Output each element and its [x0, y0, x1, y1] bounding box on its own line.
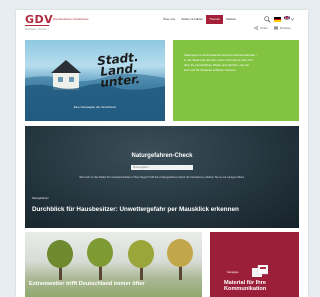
- campaign-caption: Eine Kampagne der Versicherer: [73, 105, 117, 109]
- extremwetter-headline: Extremwetter trifft Deutschland immer öf…: [29, 281, 145, 287]
- nav-item-ueber-uns[interactable]: Über uns: [160, 15, 178, 24]
- check-kicker: Naturgefahren: [32, 197, 49, 200]
- nav-item-medien[interactable]: Medien: [223, 15, 239, 24]
- campaign-teaser-image[interactable]: Stadt. Land. unter. Eine Kampagne der Ve…: [25, 40, 165, 121]
- tree-illustration: [167, 239, 193, 280]
- logo-underline: [25, 25, 49, 26]
- extremwetter-teaser[interactable]: Extremwetter trifft Deutschland immer öf…: [25, 232, 202, 297]
- language-switch-icon[interactable]: [284, 16, 294, 23]
- share-tool[interactable]: Teilen: [254, 26, 268, 30]
- page: GDV Die Deutschen Versicherer Über uns Z…: [16, 10, 308, 297]
- logo-tagline: Die Deutschen Versicherer: [53, 17, 89, 21]
- print-icon: [274, 26, 278, 30]
- print-label: Drucken: [279, 26, 292, 30]
- tree-illustration: [128, 240, 154, 280]
- check-headline[interactable]: Durchblick für Hausbesitzer: Unwettergef…: [32, 206, 297, 213]
- print-tool[interactable]: Drucken: [274, 26, 291, 30]
- page-tools: Teilen Drucken: [254, 26, 291, 30]
- naturgefahren-check-teaser[interactable]: Naturgefahren-Check Wie hoch ist das Ris…: [25, 126, 299, 228]
- material-kicker: Kampagne: [227, 271, 239, 274]
- check-description: Wie hoch ist das Risiko für Unwetterschä…: [79, 176, 245, 179]
- share-icon: [254, 26, 258, 30]
- share-label: Teilen: [260, 26, 268, 30]
- site-header: GDV Die Deutschen Versicherer Über uns Z…: [16, 10, 308, 34]
- material-icon: [252, 265, 268, 277]
- tree-illustration: [47, 240, 73, 280]
- main-nav: Über uns Zahlen & Fakten Themen Medien: [160, 15, 239, 24]
- material-teaser[interactable]: Kampagne Material für Ihre Kommunikation: [210, 232, 299, 297]
- material-headline: Material für Ihre Kommunikation: [224, 280, 267, 292]
- check-title: Naturgefahren-Check: [131, 153, 193, 159]
- green-box-line: sich und Ihr Zuhause schützen können.: [184, 68, 237, 72]
- nav-item-themen[interactable]: Themen: [206, 15, 224, 24]
- breadcrumb[interactable]: Startseite › Themen: [25, 28, 47, 31]
- search-icon[interactable]: [264, 16, 271, 23]
- tree-illustration: [87, 238, 113, 280]
- green-info-box[interactable]: Starkregen und Hochwasser können überall…: [173, 40, 299, 121]
- postal-code-input[interactable]: [131, 165, 193, 170]
- nav-item-zahlen-fakten[interactable]: Zahlen & Fakten: [178, 15, 206, 24]
- german-flag-icon[interactable]: [274, 17, 281, 22]
